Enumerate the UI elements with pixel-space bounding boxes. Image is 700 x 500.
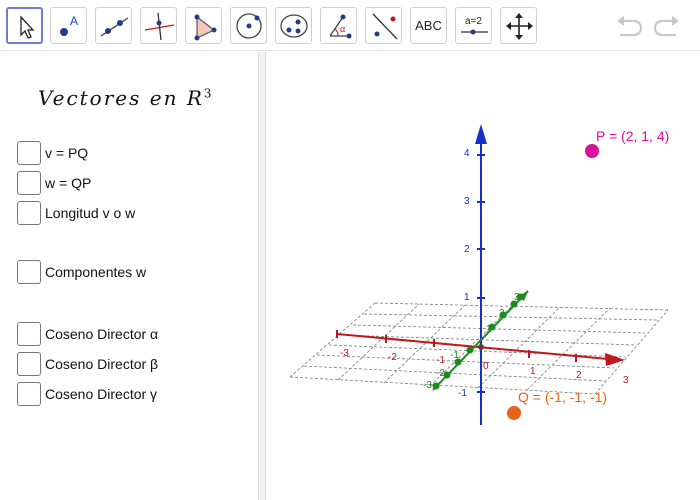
reflect-icon — [372, 13, 398, 40]
perpendicular-line-icon — [144, 12, 175, 41]
checkbox-w-qp[interactable]: w = QP — [17, 169, 91, 197]
z-axis-arrowhead — [475, 124, 487, 144]
y-axis-tick-dot — [466, 346, 474, 354]
z-tick-label: 2 — [464, 244, 470, 255]
polygon-icon — [194, 14, 217, 41]
angle-icon: α — [329, 14, 352, 39]
checkbox-coseno-alpha[interactable]: Coseno Director α — [17, 320, 158, 348]
y-axis-tick-dot — [432, 382, 440, 390]
checkbox-label: Coseno Director α — [45, 326, 159, 342]
y-tick-label: 2 — [499, 308, 505, 319]
x-tick-label: 3 — [623, 375, 629, 386]
checkbox-label: w = QP — [45, 175, 92, 191]
point-q-dot — [507, 406, 521, 420]
point-p-label: P = (2, 1, 4) — [596, 128, 669, 144]
perpendicular-line-tool-button[interactable] — [140, 7, 177, 44]
page-title-superscript: 3 — [203, 86, 214, 101]
redo-icon — [653, 16, 679, 37]
x-axis-arrowhead — [605, 353, 625, 366]
x-tick-label: -1 — [436, 355, 445, 366]
point-q[interactable]: Q = (-1, -1, -1) — [507, 389, 607, 420]
circle-icon — [236, 13, 262, 39]
x-tick-label: -3 — [340, 348, 349, 359]
z-axis — [475, 124, 487, 425]
ellipse-tool-button[interactable] — [275, 7, 312, 44]
line-icon — [100, 17, 129, 37]
checkbox-v-pq[interactable]: v = PQ — [17, 139, 88, 167]
checkbox-coseno-beta[interactable]: Coseno Director β — [17, 350, 158, 378]
checkbox-componentes[interactable]: Componentes w — [17, 258, 146, 286]
reflect-tool-button[interactable] — [365, 7, 402, 44]
redo-button[interactable] — [652, 12, 682, 40]
undo-icon — [617, 16, 643, 37]
page-title: Vectores en R3 — [38, 86, 214, 110]
z-tick-label: 4 — [464, 148, 470, 159]
y-tick-label: -3 — [423, 380, 432, 391]
angle-tool-glyph: α — [340, 24, 345, 34]
toolbar: A α ABC a=2 — [0, 0, 700, 51]
graphics-3d-canvas[interactable]: -3 -2 -1 0 1 2 3 -3 -2 -1 1 2 3 -1 1 2 3… — [266, 52, 700, 500]
checkbox-label: Longitud v o w — [45, 205, 136, 221]
text-tool-button[interactable]: ABC — [410, 7, 447, 44]
checkbox-label: Componentes w — [45, 264, 147, 280]
y-tick-label: -1 — [450, 350, 459, 361]
slider-icon: a=2 — [461, 16, 488, 35]
checkbox-box[interactable] — [17, 352, 41, 376]
page-title-text: Vectores en R — [38, 86, 204, 110]
x-tick-label: 1 — [530, 366, 536, 377]
move-cross-arrows-icon — [506, 13, 533, 40]
x-tick-label: 2 — [576, 370, 582, 381]
origin-point — [478, 344, 484, 350]
x-tick-label: -2 — [388, 352, 397, 363]
angle-tool-button[interactable]: α — [320, 7, 357, 44]
checkbox-box[interactable] — [17, 382, 41, 406]
checkbox-box[interactable] — [17, 141, 41, 165]
checkbox-box[interactable] — [17, 171, 41, 195]
z-tick-label: 3 — [464, 196, 470, 207]
point-p-dot — [585, 144, 599, 158]
cursor-arrow-icon — [20, 15, 35, 39]
slider-tool-button[interactable]: a=2 — [455, 7, 492, 44]
polygon-tool-button[interactable] — [185, 7, 222, 44]
undo-button[interactable] — [614, 12, 644, 40]
text-tool-label: ABC — [415, 18, 442, 33]
z-tick-label: -1 — [458, 388, 467, 399]
panel-divider[interactable] — [258, 52, 266, 500]
point-p[interactable]: P = (2, 1, 4) — [585, 128, 669, 158]
z-tick-label: 1 — [464, 292, 470, 303]
y-tick-label: 1 — [486, 324, 492, 335]
y-tick-label: -2 — [436, 368, 445, 379]
checkbox-box[interactable] — [17, 201, 41, 225]
checkbox-box[interactable] — [17, 260, 41, 284]
y-tick-label: 3 — [514, 292, 520, 303]
checkbox-coseno-gamma[interactable]: Coseno Director γ — [17, 380, 157, 408]
checkbox-longitud[interactable]: Longitud v o w — [17, 199, 135, 227]
checkbox-label: Coseno Director γ — [45, 386, 158, 402]
move-tool-button[interactable] — [6, 7, 43, 44]
graphics-3d-view[interactable]: -3 -2 -1 0 1 2 3 -3 -2 -1 1 2 3 -1 1 2 3… — [266, 52, 700, 500]
point-tool-button[interactable]: A — [50, 7, 87, 44]
checkbox-box[interactable] — [17, 322, 41, 346]
circle-tool-button[interactable] — [230, 7, 267, 44]
point-tool-glyph: A — [70, 14, 78, 28]
ellipse-icon — [280, 14, 308, 38]
checkbox-label: v = PQ — [45, 145, 89, 161]
x-tick-label: 0 — [483, 361, 489, 372]
line-tool-button[interactable] — [95, 7, 132, 44]
move-graphics-view-tool-button[interactable] — [500, 7, 537, 44]
slider-tool-label: a=2 — [465, 16, 482, 27]
point-icon: A — [60, 14, 78, 36]
point-q-label: Q = (-1, -1, -1) — [518, 389, 607, 405]
checkbox-label: Coseno Director β — [45, 356, 159, 372]
